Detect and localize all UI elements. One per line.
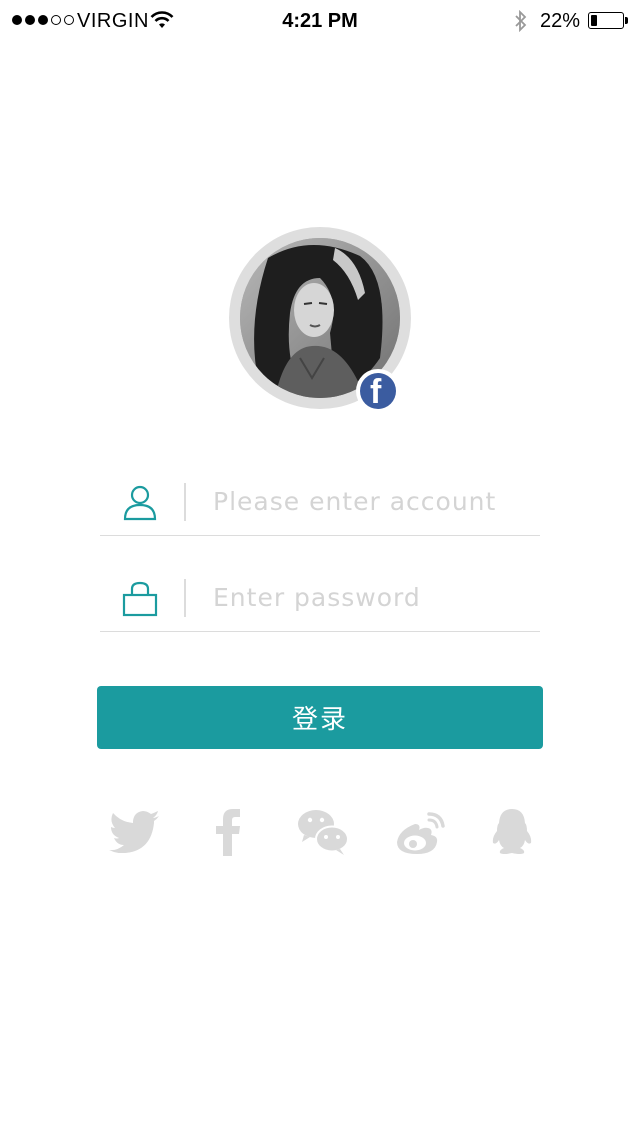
account-field xyxy=(100,477,540,536)
account-input[interactable] xyxy=(213,481,533,521)
password-input[interactable] xyxy=(213,577,533,617)
weibo-icon[interactable] xyxy=(394,806,446,858)
user-icon xyxy=(123,485,157,521)
lock-icon xyxy=(122,581,158,617)
bluetooth-icon xyxy=(515,10,527,32)
battery-icon xyxy=(588,12,624,29)
status-bar: VIRGIN 4:21 PM 22% xyxy=(0,0,640,40)
facebook-badge: f xyxy=(356,369,400,413)
wechat-icon[interactable] xyxy=(297,806,349,858)
battery-tip xyxy=(625,17,628,24)
qq-icon[interactable] xyxy=(486,806,538,858)
facebook-social-icon[interactable] xyxy=(202,806,254,858)
login-button[interactable]: 登录 xyxy=(97,686,543,749)
battery-percentage: 22% xyxy=(540,10,581,32)
field-divider xyxy=(184,579,186,617)
facebook-icon: f xyxy=(360,373,396,409)
field-divider xyxy=(184,483,186,521)
password-field xyxy=(100,573,540,632)
twitter-icon[interactable] xyxy=(108,806,160,858)
